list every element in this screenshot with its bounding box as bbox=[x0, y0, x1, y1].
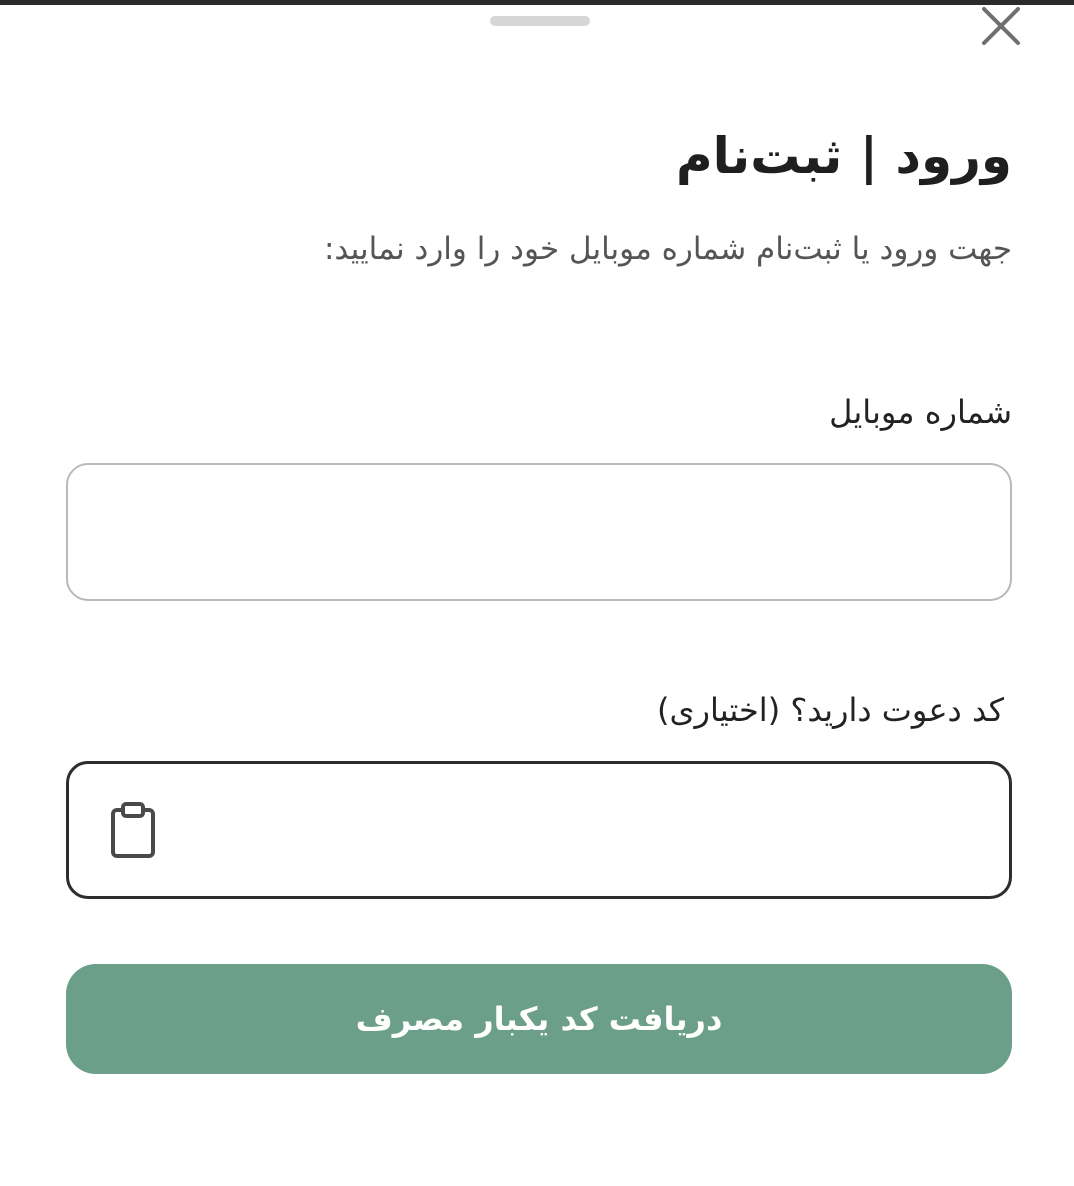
paste-button[interactable] bbox=[107, 800, 159, 860]
mobile-input[interactable] bbox=[92, 465, 990, 599]
sheet-drag-handle[interactable] bbox=[490, 16, 590, 26]
close-icon bbox=[982, 7, 1020, 45]
mobile-field-box[interactable] bbox=[66, 463, 1012, 601]
close-button[interactable] bbox=[976, 3, 1026, 49]
invite-code-field-box[interactable] bbox=[66, 761, 1012, 899]
page-title: ورود | ثبت‌نام bbox=[676, 127, 1012, 185]
get-otp-button[interactable]: دریافت کد یکبار مصرف bbox=[66, 964, 1012, 1074]
invite-field-label: کد دعوت دارید؟ (اختیاری) bbox=[656, 691, 1004, 729]
login-bottom-sheet: ورود | ثبت‌نام جهت ورود یا ثبت‌نام شماره… bbox=[0, 5, 1074, 1186]
mobile-field-label: شماره موبایل bbox=[829, 393, 1012, 431]
invite-code-input[interactable] bbox=[179, 764, 989, 896]
clipboard-icon bbox=[111, 802, 155, 858]
page-subtitle: جهت ورود یا ثبت‌نام شماره موبایل خود را … bbox=[323, 231, 1012, 267]
